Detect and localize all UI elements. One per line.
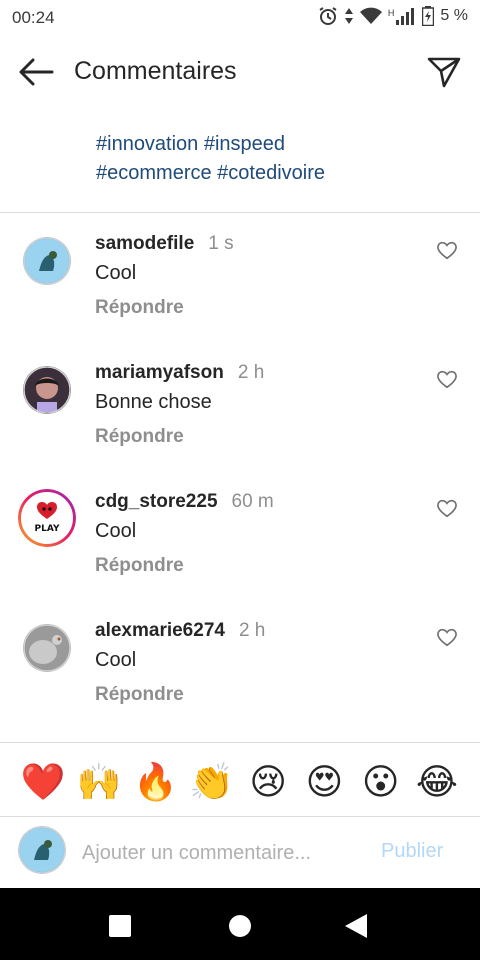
data-arrows-icon bbox=[344, 8, 353, 24]
publish-button[interactable]: Publier bbox=[381, 840, 443, 863]
avatar[interactable] bbox=[23, 237, 71, 285]
emoji-heart-eyes-icon[interactable]: 😍 bbox=[301, 760, 347, 804]
recent-apps-icon bbox=[109, 915, 131, 937]
comment-item: PLAY cdg_store225 60 m Cool Répondre bbox=[0, 489, 480, 611]
reply-button[interactable]: Répondre bbox=[95, 426, 184, 448]
like-heart-icon[interactable] bbox=[436, 497, 458, 519]
comment-composer: Publier bbox=[0, 816, 480, 888]
system-nav-bar bbox=[0, 888, 480, 960]
comment-username[interactable]: cdg_store225 60 m bbox=[95, 491, 274, 513]
wifi-icon bbox=[359, 7, 382, 24]
status-bar: 00:24 H 5 % bbox=[0, 0, 480, 36]
post-caption: #innovation #inspeed #ecommerce #cotediv… bbox=[96, 130, 456, 188]
comment-text: Cool bbox=[95, 262, 137, 284]
comment-username[interactable]: samodefile 1 s bbox=[95, 233, 234, 255]
comment-text: Bonne chose bbox=[95, 391, 212, 413]
share-button[interactable] bbox=[422, 52, 466, 92]
network-type: H bbox=[387, 8, 395, 18]
comment-text: Cool bbox=[95, 649, 137, 671]
emoji-surprised-icon[interactable]: 😮 bbox=[358, 760, 404, 804]
nav-back-button[interactable] bbox=[336, 906, 376, 946]
reply-button[interactable]: Répondre bbox=[95, 555, 184, 577]
comment-time: 60 m bbox=[231, 491, 274, 512]
status-time: 00:24 bbox=[12, 8, 55, 27]
avatar[interactable] bbox=[23, 366, 71, 414]
back-button[interactable] bbox=[14, 52, 58, 92]
comment-username[interactable]: mariamyafson 2 h bbox=[95, 362, 264, 384]
hashtags-line-1[interactable]: #innovation #inspeed bbox=[96, 130, 456, 159]
divider bbox=[0, 742, 480, 743]
comment-item: alexmarie6274 2 h Cool Répondre bbox=[0, 620, 480, 740]
emoji-fire-icon[interactable]: 🔥 bbox=[133, 760, 179, 804]
battery-icon bbox=[422, 6, 435, 26]
alarm-icon bbox=[319, 7, 337, 25]
recent-apps-button[interactable] bbox=[100, 906, 140, 946]
page-title: Commentaires bbox=[74, 57, 237, 85]
comment-item: samodefile 1 s Cool Répondre bbox=[0, 233, 480, 353]
emoji-laughing-icon[interactable]: 😂 bbox=[414, 760, 460, 804]
comment-time: 1 s bbox=[208, 233, 234, 254]
comment-text: Cool bbox=[95, 520, 137, 542]
comment-time: 2 h bbox=[237, 362, 265, 383]
svg-text:PLAY: PLAY bbox=[35, 524, 60, 534]
emoji-clapping-icon[interactable]: 👏 bbox=[189, 760, 235, 804]
like-heart-icon[interactable] bbox=[436, 368, 458, 390]
header: Commentaires bbox=[0, 42, 480, 102]
comment-input[interactable] bbox=[82, 838, 362, 868]
back-arrow-icon bbox=[19, 58, 54, 86]
signal-icon bbox=[396, 8, 415, 25]
emoji-reaction-bar: ❤️ 🙌 🔥 👏 😢 😍 😮 😂 bbox=[0, 754, 480, 810]
emoji-crying-icon[interactable]: 😢 bbox=[245, 760, 291, 804]
emoji-raising-hands-icon[interactable]: 🙌 bbox=[76, 760, 122, 804]
avatar[interactable] bbox=[23, 624, 71, 672]
home-icon bbox=[229, 915, 251, 937]
current-user-avatar bbox=[18, 826, 66, 874]
comment-item: mariamyafson 2 h Bonne chose Répondre bbox=[0, 362, 480, 482]
like-heart-icon[interactable] bbox=[436, 626, 458, 648]
home-button[interactable] bbox=[220, 906, 260, 946]
emoji-heart-icon[interactable]: ❤️ bbox=[20, 760, 66, 804]
back-icon bbox=[345, 914, 367, 938]
battery-percent: 5 % bbox=[440, 7, 468, 24]
hashtags-line-2[interactable]: #ecommerce #cotedivoire bbox=[96, 159, 456, 188]
divider bbox=[0, 212, 480, 213]
avatar[interactable]: PLAY bbox=[18, 489, 76, 547]
send-icon bbox=[427, 57, 461, 88]
reply-button[interactable]: Répondre bbox=[95, 684, 184, 706]
reply-button[interactable]: Répondre bbox=[95, 297, 184, 319]
like-heart-icon[interactable] bbox=[436, 239, 458, 261]
comment-time: 2 h bbox=[238, 620, 266, 641]
comment-username[interactable]: alexmarie6274 2 h bbox=[95, 620, 265, 642]
